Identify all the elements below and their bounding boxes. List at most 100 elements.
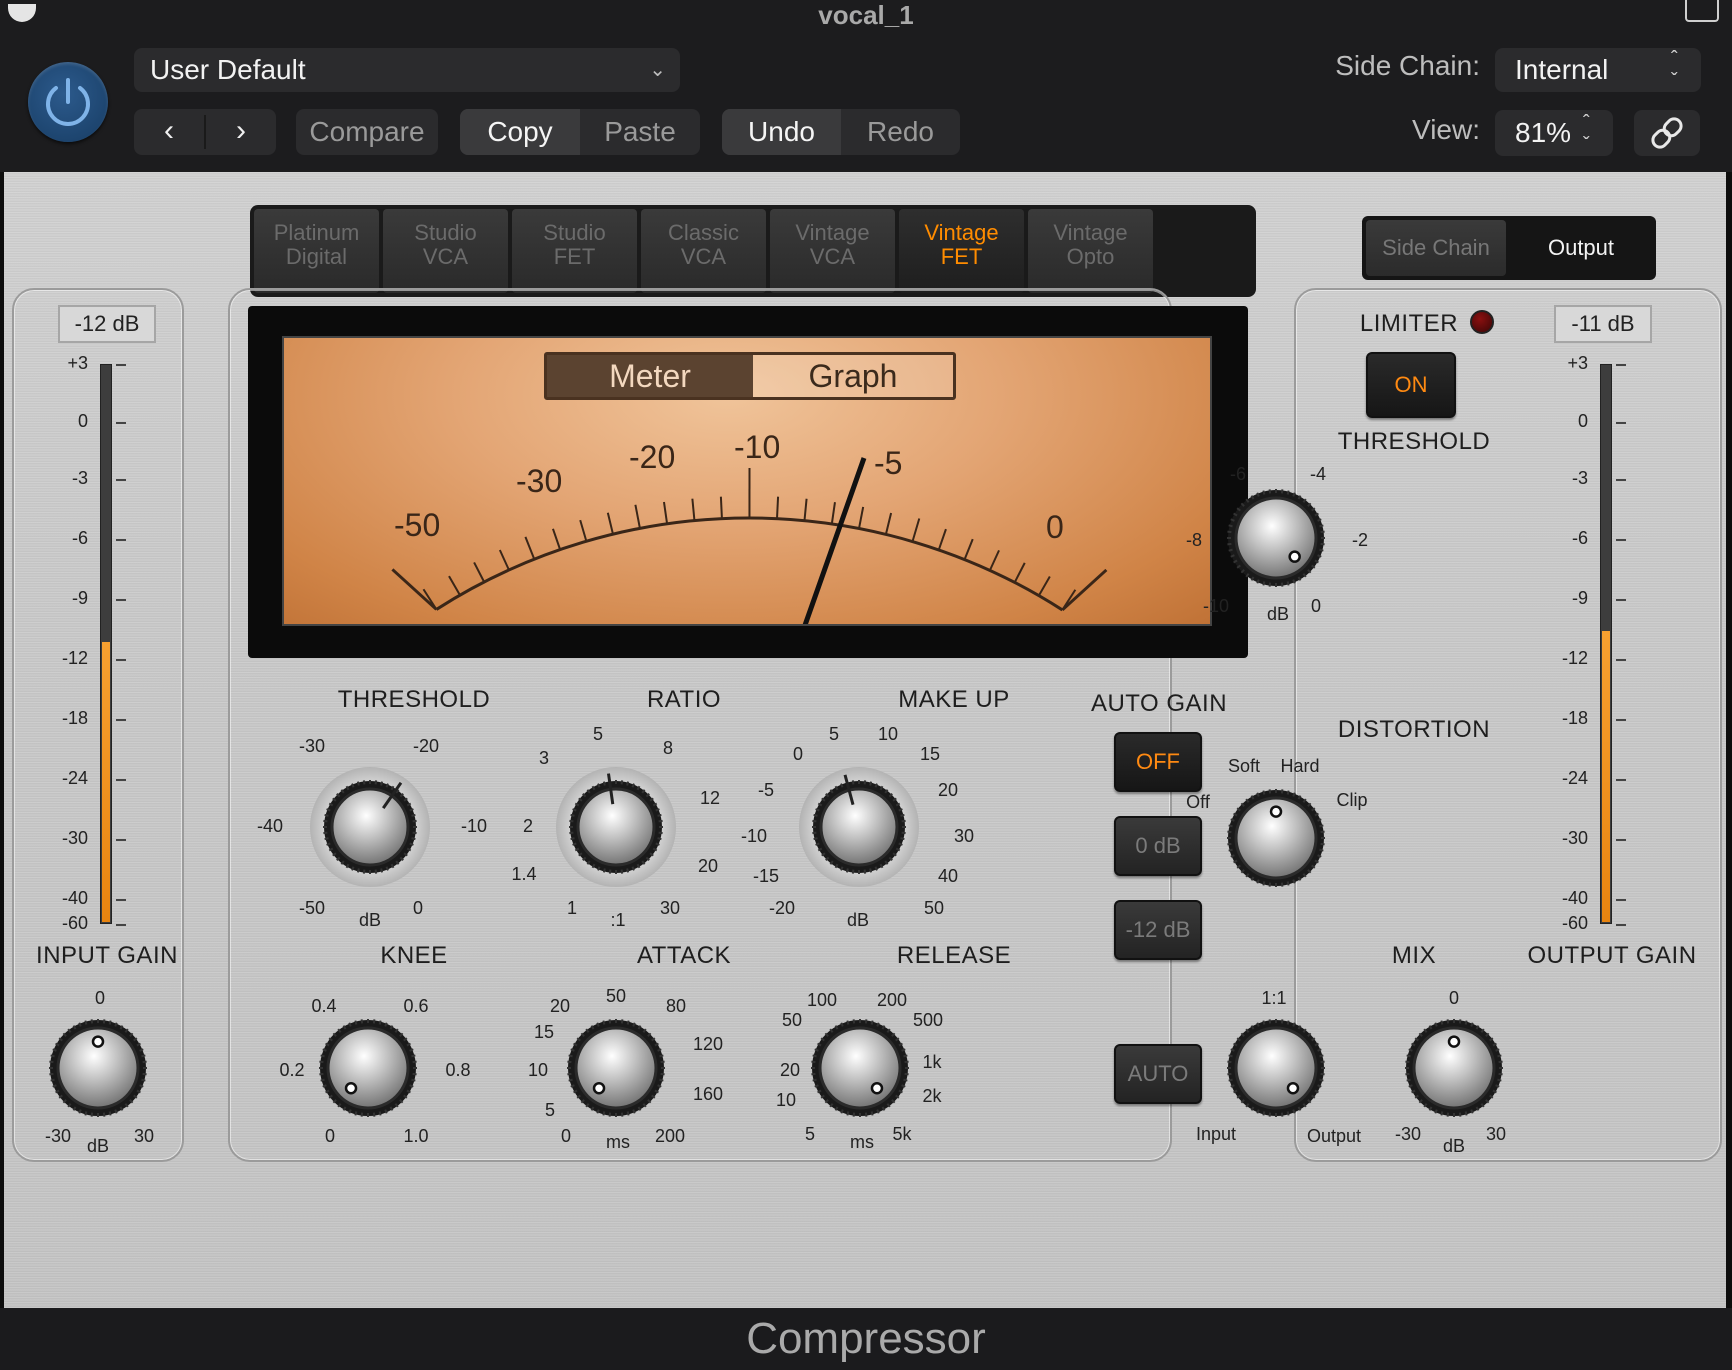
input-meter-scale-label: -9 xyxy=(71,588,88,608)
vu-tick xyxy=(606,512,614,535)
attack-tick-label: 50 xyxy=(605,986,627,1006)
auto-gain-0db-button[interactable]: 0 dB xyxy=(1114,816,1202,876)
knee-knob[interactable] xyxy=(304,1004,432,1132)
preset-select[interactable]: User Default ⌄ xyxy=(134,48,680,92)
input-meter-tick xyxy=(116,479,126,481)
makeup-tick-label: 20 xyxy=(937,780,959,800)
output-gain-knob[interactable] xyxy=(1390,1004,1518,1132)
auto-release-button[interactable]: AUTO xyxy=(1114,1044,1202,1104)
output-gain-unit: dB xyxy=(1442,1136,1466,1156)
side-chain-tab[interactable]: Side Chain xyxy=(1366,220,1506,276)
makeup-tick-label: 10 xyxy=(877,724,899,744)
output-tab[interactable]: Output xyxy=(1510,220,1652,276)
model-label-line2: FET xyxy=(553,244,596,269)
view-zoom-select[interactable]: 81% ˆˇ xyxy=(1495,110,1613,156)
input-gain-max: 30 xyxy=(133,1126,155,1146)
ratio-label: RATIO xyxy=(646,686,722,713)
model-label-line2: VCA xyxy=(809,244,856,269)
input-meter-fill xyxy=(102,642,110,922)
output-meter-tick xyxy=(1616,539,1626,541)
redo-button[interactable]: Redo xyxy=(841,109,960,155)
threshold-unit: dB xyxy=(358,910,382,930)
vu-tick xyxy=(634,504,641,529)
model-button-studio-fet[interactable]: Studio FET xyxy=(512,209,637,293)
mix-left-label: Input xyxy=(1195,1124,1237,1144)
vu-scale-label: -10 xyxy=(734,429,780,465)
output-meter-tick xyxy=(1616,599,1626,601)
distortion-knob[interactable] xyxy=(1212,774,1340,902)
mix-right-label: Output xyxy=(1306,1126,1362,1146)
output-meter-scale-label: 0 xyxy=(1577,411,1588,431)
limiter-threshold-knob[interactable] xyxy=(1212,474,1340,602)
model-button-vintage-opto[interactable]: Vintage Opto xyxy=(1028,209,1153,293)
model-button-studio-vca[interactable]: Studio VCA xyxy=(383,209,508,293)
threshold-tick-label: -30 xyxy=(298,736,325,756)
output-meter-scale-label: -30 xyxy=(1561,828,1588,848)
model-label-line1: Platinum xyxy=(273,220,360,245)
input-meter-scale-label: -24 xyxy=(61,768,88,788)
release-unit: ms xyxy=(850,1132,874,1152)
limiter-on-button[interactable]: ON xyxy=(1366,352,1456,418)
auto-gain-label: AUTO GAIN xyxy=(1090,690,1228,717)
copy-button[interactable]: Copy xyxy=(460,109,580,155)
threshold-tick-label: -50 xyxy=(298,898,325,918)
undo-button[interactable]: Undo xyxy=(722,109,841,155)
output-meter-tick xyxy=(1616,659,1626,661)
input-meter-tick xyxy=(116,422,126,424)
next-preset-button[interactable]: › xyxy=(206,109,276,155)
input-gain-knob[interactable] xyxy=(34,1004,162,1132)
previous-preset-button[interactable]: ‹ xyxy=(134,109,204,155)
power-icon xyxy=(46,78,90,126)
model-button-vintage-vca[interactable]: Vintage VCA xyxy=(770,209,895,293)
model-button-classic-vca[interactable]: Classic VCA xyxy=(641,209,766,293)
auto-gain-off-button[interactable]: OFF xyxy=(1114,732,1202,792)
threshold-knob[interactable] xyxy=(308,765,432,889)
vu-scale-label: -20 xyxy=(629,439,675,475)
output-meter-tick xyxy=(1616,779,1626,781)
limiter-threshold-tick-label: -8 xyxy=(1185,530,1202,550)
up-down-chevron-icon: ˆˇ xyxy=(1671,48,1678,92)
power-button[interactable] xyxy=(28,62,108,142)
limiter-threshold-tick-label: -4 xyxy=(1309,464,1326,484)
mix-knob[interactable] xyxy=(1212,1004,1340,1132)
input-meter-scale-label: -12 xyxy=(61,648,88,668)
ratio-tick-label: 8 xyxy=(662,738,673,758)
vu-tick xyxy=(937,528,947,551)
ratio-tick-label: 1.4 xyxy=(511,864,537,884)
makeup-label: MAKE UP xyxy=(898,686,1010,713)
model-label-line1: Vintage xyxy=(1053,220,1128,245)
chevron-down-icon: ⌄ xyxy=(649,59,666,81)
side-chain-label: Side Chain: xyxy=(1335,50,1480,81)
vu-tick xyxy=(988,549,1000,571)
auto-gain-minus12-button[interactable]: -12 dB xyxy=(1114,900,1202,960)
attack-tick-label: 120 xyxy=(692,1034,724,1054)
copy-paste-group: Copy Paste xyxy=(460,109,700,155)
makeup-tick-label: -5 xyxy=(757,780,774,800)
window-title: vocal_1 xyxy=(818,0,914,30)
release-tick-label: 50 xyxy=(781,1010,803,1030)
ratio-knob[interactable] xyxy=(554,765,678,889)
attack-tick-label: 200 xyxy=(654,1126,686,1146)
link-button[interactable] xyxy=(1634,110,1700,156)
paste-button[interactable]: Paste xyxy=(580,109,700,155)
circuit-type-selector: Platinum Digital Studio VCA Studio FET Classic… xyxy=(250,205,1256,297)
side-chain-select[interactable]: Internal ˆˇ xyxy=(1495,48,1701,92)
output-meter-scale-label: -40 xyxy=(1561,888,1588,908)
model-button-platinum-digital[interactable]: Platinum Digital xyxy=(254,209,379,293)
makeup-knob[interactable] xyxy=(797,765,921,889)
model-button-vintage-fet[interactable]: Vintage FET xyxy=(899,209,1024,293)
input-meter-scale-label: +3 xyxy=(67,353,88,373)
model-label-line2: FET xyxy=(940,244,983,269)
release-tick-label: 100 xyxy=(806,990,838,1010)
share-icon[interactable] xyxy=(1685,0,1719,22)
output-meter-scale-label: -24 xyxy=(1561,768,1588,788)
compare-button[interactable]: Compare xyxy=(296,109,438,155)
attack-tick-label: 20 xyxy=(549,996,571,1016)
vu-tick-end xyxy=(1061,568,1108,612)
model-label-line2: Opto xyxy=(1066,244,1115,269)
release-tick-label: 2k xyxy=(922,1086,942,1106)
side-chain-output-switch: Side Chain Output xyxy=(1362,216,1656,280)
vu-tick xyxy=(662,501,669,524)
attack-tick-label: 5 xyxy=(544,1100,555,1120)
output-meter-tick xyxy=(1616,719,1626,721)
